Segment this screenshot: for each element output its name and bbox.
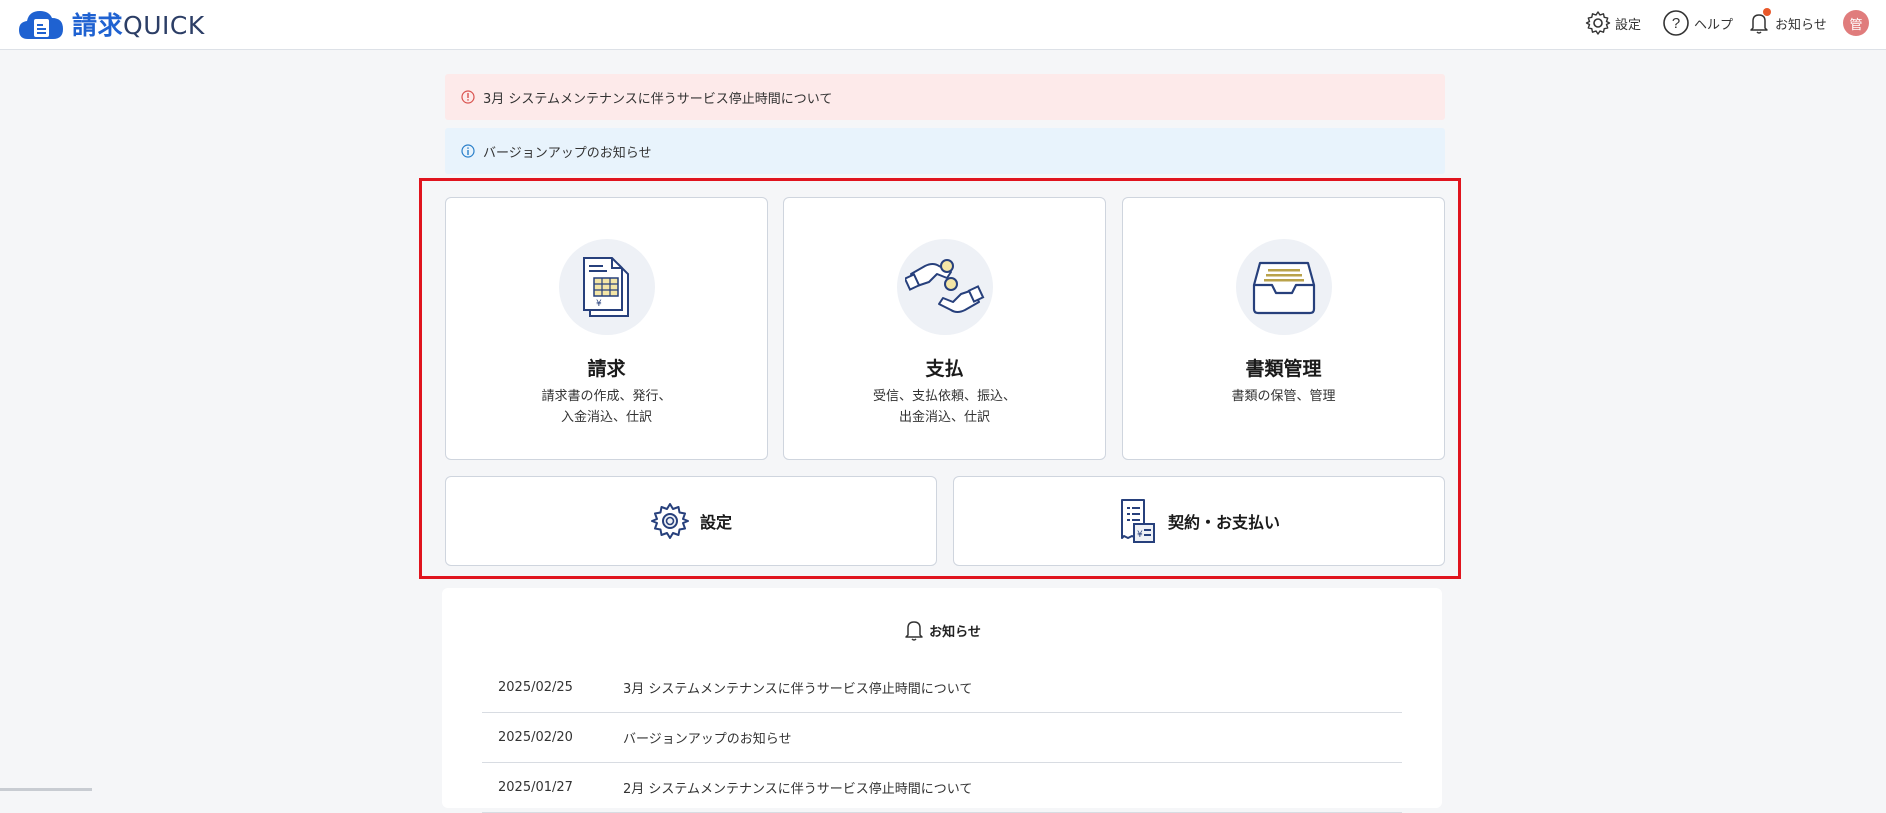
menu-card-contract[interactable]: ¥ 契約・お支払い [953,476,1445,566]
news-item-date: 2025/01/27 [498,779,573,795]
menu-card-settings[interactable]: 設定 [445,476,937,566]
header-help-button[interactable]: ? ヘルプ [1662,8,1733,38]
invoice-desc-line1: 請求書の作成、発行、 [541,389,672,404]
app-logo[interactable]: 請求QUICK [18,6,205,42]
news-item-date: 2025/02/20 [498,729,573,745]
alert-maintenance[interactable]: 3月 システムメンテナンスに伴うサービス停止時間について [445,74,1445,120]
avatar[interactable]: 管 [1843,10,1869,36]
alert-version-up-text: バージョンアップのお知らせ [483,145,652,161]
app-title-kanji: 請求 [72,11,124,40]
news-item[interactable]: 2025/02/20 バージョンアップのお知らせ [482,712,1402,763]
contract-card-label: 契約・お支払い [1167,513,1280,532]
settings-card-label: 設定 [699,513,732,532]
cloud-document-icon [19,11,63,39]
header-settings-label: 設定 [1615,17,1642,33]
payment-desc-line1: 受信、支払依頼、振込、 [872,389,1016,404]
news-item[interactable]: 2025/02/25 3月 システムメンテナンスに伴うサービス停止時間について [482,662,1402,713]
invoice-desc-line2: 入金消込、仕訳 [560,410,652,425]
documents-icon-circle [1236,239,1332,335]
news-item-text: バージョンアップのお知らせ [623,731,792,747]
invoice-document-icon: ¥ [583,257,629,317]
notification-badge [1763,8,1771,16]
gear-icon [1585,11,1611,35]
svg-text:¥: ¥ [1137,530,1143,540]
menu-card-payment[interactable]: 支払 受信、支払依頼、振込、 出金消込、仕訳 [783,197,1106,460]
gear-icon [650,503,689,539]
info-icon [461,144,475,158]
app-title-latin: QUICK [123,11,205,40]
header-settings-button[interactable]: 設定 [1585,8,1641,38]
invoice-icon-circle: ¥ [559,239,655,335]
news-item[interactable]: 2025/01/27 2月 システムメンテナンスに伴うサービス停止時間について [482,762,1402,813]
app-title: 請求QUICK [72,6,205,42]
documents-desc-line1: 書類の保管、管理 [1231,389,1336,404]
news-header: お知らせ [442,618,1442,642]
payment-icon-circle [897,239,993,335]
payment-desc-line2: 出金消込、仕訳 [898,410,990,425]
documents-description: 書類の保管、管理 [1123,386,1444,407]
receipt-icon: ¥ [1120,499,1155,543]
header-help-label: ヘルプ [1694,17,1734,33]
news-item-text: 2月 システムメンテナンスに伴うサービス停止時間について [623,781,973,797]
hands-coin-icon [905,259,985,313]
bell-icon [905,621,923,641]
header-notifications-button[interactable]: お知らせ [1747,8,1827,38]
invoice-description: 請求書の作成、発行、 入金消込、仕訳 [446,386,767,428]
svg-text:?: ? [1672,15,1680,32]
news-title: お知らせ [929,624,981,640]
documents-title: 書類管理 [1245,358,1322,380]
payment-description: 受信、支払依頼、振込、 出金消込、仕訳 [784,386,1105,428]
alert-version-up[interactable]: バージョンアップのお知らせ [445,128,1445,174]
warning-info-icon [461,90,475,104]
svg-text:¥: ¥ [596,299,602,309]
payment-title: 支払 [925,358,964,380]
alert-maintenance-text: 3月 システムメンテナンスに伴うサービス停止時間について [483,91,833,107]
header-notifications-label: お知らせ [1775,17,1827,33]
app-header: 請求QUICK 設定 ? ヘルプ お知らせ 管 [0,0,1886,50]
document-tray-icon [1252,261,1316,315]
news-item-text: 3月 システムメンテナンスに伴うサービス停止時間について [623,681,973,697]
news-panel: お知らせ 2025/02/25 3月 システムメンテナンスに伴うサービス停止時間… [442,588,1442,813]
news-item-date: 2025/02/25 [498,679,573,695]
menu-card-documents[interactable]: 書類管理 書類の保管、管理 [1122,197,1445,460]
invoice-title: 請求 [587,358,626,380]
menu-card-invoice[interactable]: ¥ 請求 請求書の作成、発行、 入金消込、仕訳 [445,197,768,460]
help-icon: ? [1663,10,1689,36]
